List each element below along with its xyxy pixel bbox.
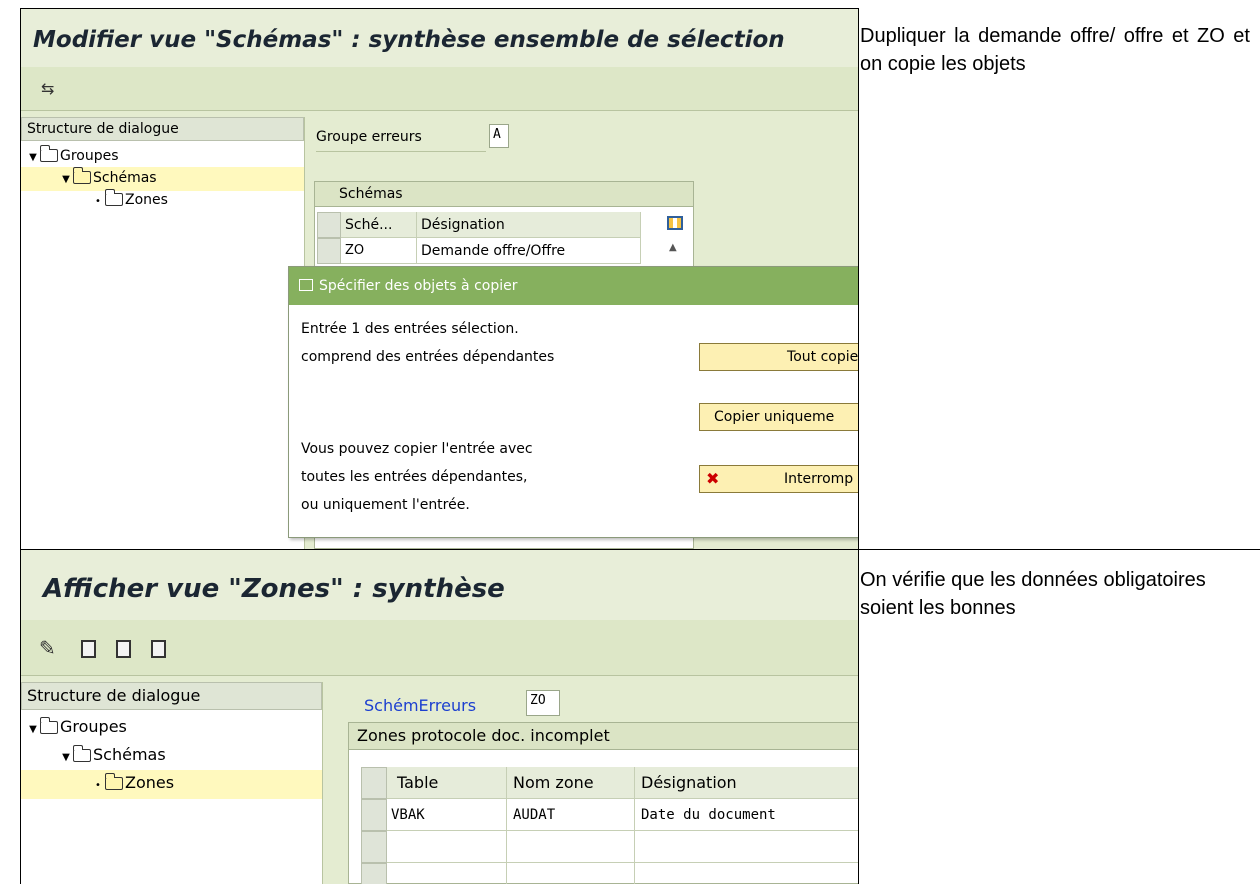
field-underline xyxy=(316,151,486,152)
row2-sap-window: Afficher vue "Zones" : synthèse ✎ Struct… xyxy=(21,550,858,884)
folder-open-icon xyxy=(72,167,91,184)
display-change-icon[interactable]: ✎ xyxy=(39,636,56,660)
dialog-title-icon xyxy=(299,279,313,291)
table-column-divider xyxy=(858,8,859,884)
tree-item-schemas[interactable]: ▼ Schémas xyxy=(21,742,322,771)
empty-cell xyxy=(635,831,858,863)
col-header-schema[interactable]: Sché... xyxy=(341,212,417,238)
cell-schema: ZO xyxy=(341,238,417,264)
cell-field-name: AUDAT xyxy=(507,799,635,831)
schemas-table-title: Schémas xyxy=(315,182,693,207)
folder-icon xyxy=(104,189,123,206)
col-header-table[interactable]: Table xyxy=(387,767,507,799)
row1-note: Dupliquer la demande offre/ offre et ZO … xyxy=(860,25,1250,75)
cancel-icon: ✖ xyxy=(706,469,720,488)
select-block-icon[interactable] xyxy=(116,640,131,658)
empty-cell xyxy=(387,863,507,884)
folder-open-icon xyxy=(104,773,123,790)
dialog-line-4: toutes les entrées dépendantes, xyxy=(301,469,528,485)
cell-table: VBAK xyxy=(387,799,507,831)
bullet-icon: • xyxy=(95,780,101,791)
scroll-up-icon[interactable]: ▲ xyxy=(669,242,677,253)
tree-header: Structure de dialogue xyxy=(21,682,322,710)
toggle-structure-icon[interactable]: ⇆ xyxy=(41,79,54,98)
empty-cell xyxy=(387,831,507,863)
copy-objects-dialog: Spécifier des objets à copier Entrée 1 d… xyxy=(288,266,858,538)
copy-all-button[interactable]: Tout copier xyxy=(699,343,858,371)
tree-item-label: Zones xyxy=(125,192,168,208)
expand-arrow-icon[interactable]: ▼ xyxy=(26,717,40,743)
cancel-button[interactable]: ✖ Interromp xyxy=(699,465,858,493)
folder-icon xyxy=(72,745,91,762)
cell-designation: Demande offre/Offre xyxy=(417,238,641,264)
empty-cell xyxy=(507,831,635,863)
row2-main-area: SchémErreurs ZO Zones protocole doc. inc… xyxy=(324,676,858,884)
row2-toolbar: ✎ xyxy=(21,620,858,676)
tree-item-label: Groupes xyxy=(60,717,127,736)
dialog-line-5: ou uniquement l'entrée. xyxy=(301,497,470,513)
copy-only-button[interactable]: Copier uniqueme xyxy=(699,403,858,431)
expand-arrow-icon[interactable]: ▼ xyxy=(26,147,40,169)
col-header-designation[interactable]: Désignation xyxy=(417,212,641,238)
row-selector[interactable] xyxy=(361,863,387,884)
empty-cell xyxy=(507,863,635,884)
tree-item-groupes[interactable]: ▼ Groupes xyxy=(21,714,322,743)
dialog-line-2: comprend des entrées dépendantes xyxy=(301,349,555,365)
error-group-label: Groupe erreurs xyxy=(316,129,422,145)
select-all-icon[interactable] xyxy=(81,640,96,658)
deselect-all-icon[interactable] xyxy=(151,640,166,658)
dialog-title: Spécifier des objets à copier xyxy=(289,267,858,305)
row2-window-title: Afficher vue "Zones" : synthèse xyxy=(21,550,858,620)
row-selector[interactable] xyxy=(317,212,341,238)
row-selector[interactable] xyxy=(361,799,387,831)
bullet-icon: • xyxy=(95,196,101,207)
error-schema-label: SchémErreurs xyxy=(364,696,477,715)
folder-icon xyxy=(39,145,58,162)
col-header-designation[interactable]: Désignation xyxy=(635,767,858,799)
row-selector[interactable] xyxy=(361,831,387,863)
expand-arrow-icon[interactable]: ▼ xyxy=(59,745,73,771)
error-group-field[interactable]: A xyxy=(489,124,509,148)
folder-icon xyxy=(39,717,58,734)
row2-note: On vérifie que les données obligatoires … xyxy=(860,569,1206,619)
dialog-line-3: Vous pouvez copier l'entrée avec xyxy=(301,441,533,457)
tree-item-label: Schémas xyxy=(93,745,166,764)
expand-arrow-icon[interactable]: ▼ xyxy=(59,169,73,191)
cancel-button-label: Interromp xyxy=(784,471,854,487)
row2-dialog-tree: Structure de dialogue ▼ Groupes ▼ Schémas … xyxy=(21,682,323,884)
column-settings-icon[interactable] xyxy=(667,216,683,230)
row1-window-title: Modifier vue "Schémas" : synthèse ensemb… xyxy=(21,9,858,67)
tree-item-schemas[interactable]: ▼ Schémas xyxy=(21,167,304,191)
tree-item-groupes[interactable]: ▼ Groupes xyxy=(21,145,304,169)
tree-item-label: Schémas xyxy=(93,170,157,186)
row-selector[interactable] xyxy=(317,238,341,264)
fields-table: Zones protocole doc. incomplet Table Nom… xyxy=(348,722,858,884)
empty-cell xyxy=(635,863,858,884)
dialog-title-text: Spécifier des objets à copier xyxy=(319,278,518,294)
dialog-line-1: Entrée 1 des entrées sélection. xyxy=(301,321,519,337)
error-schema-field[interactable]: ZO xyxy=(526,690,560,716)
fields-table-title: Zones protocole doc. incomplet xyxy=(349,723,858,750)
tree-header: Structure de dialogue xyxy=(21,117,304,141)
tree-item-zones[interactable]: • Zones xyxy=(21,770,322,799)
row-selector[interactable] xyxy=(361,767,387,799)
cell-designation: Date du document xyxy=(635,799,858,831)
row1-dialog-tree: Structure de dialogue ▼ Groupes ▼ Schémas … xyxy=(21,117,305,549)
col-header-field-name[interactable]: Nom zone xyxy=(507,767,635,799)
row1-toolbar: ⇆ xyxy=(21,67,858,111)
tree-item-zones[interactable]: • Zones xyxy=(21,189,304,213)
tree-item-label: Zones xyxy=(125,773,175,792)
tree-item-label: Groupes xyxy=(60,148,119,164)
row1-sap-window: Modifier vue "Schémas" : synthèse ensemb… xyxy=(21,9,858,549)
